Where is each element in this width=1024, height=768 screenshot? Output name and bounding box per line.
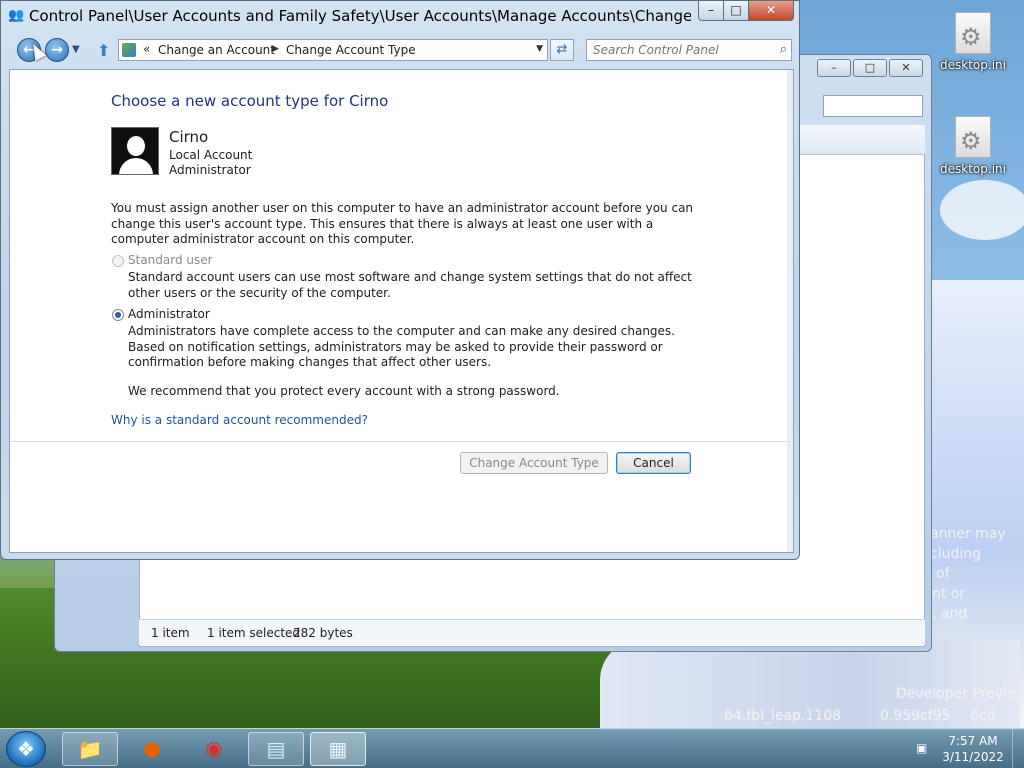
show-desktop-button[interactable] bbox=[1012, 729, 1024, 768]
minimize-button[interactable]: – bbox=[698, 1, 724, 21]
maximize-button[interactable]: □ bbox=[853, 59, 887, 77]
search-input[interactable] bbox=[587, 40, 767, 60]
page-title: Choose a new account type for Cirno bbox=[111, 92, 389, 110]
search-icon[interactable]: ⌕ bbox=[780, 42, 787, 57]
control-panel-icon: ▦ bbox=[328, 737, 348, 761]
clock-date: 3/11/2022 bbox=[942, 750, 1004, 764]
status-selected-count: 1 item selected bbox=[207, 626, 301, 640]
file-settings-icon bbox=[955, 12, 991, 54]
taskbar: 📁 ● ◉ ▤ ▦ ▣ 7:57 AM 3/11/2022 bbox=[0, 728, 1024, 768]
desktop-icon-label: desktop.ini bbox=[940, 58, 1006, 72]
title-bar[interactable]: 👥 Control Panel\User Accounts and Family… bbox=[1, 1, 801, 33]
standard-user-description: Standard account users can use most soft… bbox=[128, 270, 692, 300]
status-size: 282 bytes bbox=[293, 626, 353, 640]
wallpaper-text: cluding bbox=[930, 546, 981, 562]
forward-arrow-icon[interactable]: → bbox=[45, 38, 69, 62]
wallpaper-text: 6cd bbox=[970, 708, 996, 724]
address-dropdown-icon[interactable]: ▼ bbox=[536, 44, 543, 54]
main-content: Choose a new account type for Cirno Cirn… bbox=[9, 69, 794, 553]
user-avatar bbox=[111, 127, 159, 175]
desktop-icon-desktop-ini[interactable]: desktop.ini bbox=[938, 116, 1008, 176]
background-search-box[interactable] bbox=[823, 95, 923, 117]
wallpaper-text: anner may bbox=[930, 526, 1006, 542]
taskbar-firefox[interactable]: ● bbox=[124, 732, 180, 766]
wallpaper-text: , and bbox=[932, 606, 968, 622]
user-accounts-icon: 👥 bbox=[8, 8, 25, 23]
wallpaper-text: 0.959cf95 bbox=[880, 708, 951, 724]
password-recommendation: We recommend that you protect every acco… bbox=[128, 384, 560, 398]
maximize-button[interactable]: □ bbox=[723, 1, 749, 21]
standard-user-radio[interactable] bbox=[112, 255, 124, 267]
desktop-icon-label: desktop.ini bbox=[940, 162, 1006, 176]
file-settings-icon bbox=[955, 116, 991, 158]
breadcrumb-separator-icon[interactable]: ▶ bbox=[272, 44, 279, 54]
address-bar[interactable]: « Change an Account ▶ Change Account Typ… bbox=[118, 39, 548, 61]
system-clock[interactable]: 7:57 AM 3/11/2022 bbox=[940, 733, 1006, 765]
wallpaper-text: of bbox=[936, 566, 950, 582]
divider bbox=[10, 441, 789, 442]
close-button[interactable]: ✕ bbox=[748, 1, 794, 21]
wallpaper-text: nt or bbox=[932, 586, 966, 602]
search-box[interactable]: ⌕ bbox=[586, 39, 792, 61]
breadcrumb-overflow-icon[interactable]: « bbox=[143, 42, 150, 56]
breadcrumb-change-an-account[interactable]: Change an Account bbox=[158, 43, 275, 57]
close-button[interactable]: ✕ bbox=[889, 59, 923, 77]
administrator-description: Administrators have complete access to t… bbox=[128, 324, 675, 369]
background-window-controls: – □ ✕ bbox=[817, 59, 923, 77]
notepad-icon: ▤ bbox=[266, 737, 286, 761]
account-group: Administrator bbox=[169, 163, 251, 177]
avatar-body bbox=[119, 158, 153, 174]
refresh-icon[interactable]: ⇄ bbox=[550, 39, 574, 61]
chrome-icon: ◉ bbox=[205, 736, 223, 760]
control-panel-window[interactable]: 👥 Control Panel\User Accounts and Family… bbox=[0, 0, 800, 560]
window-title: Control Panel\User Accounts and Family S… bbox=[29, 7, 691, 25]
status-item-count: 1 item bbox=[151, 626, 190, 640]
breadcrumb-change-account-type[interactable]: Change Account Type bbox=[286, 43, 416, 57]
standard-account-help-link[interactable]: Why is a standard account recommended? bbox=[111, 413, 368, 427]
admin-requirement-notice: You must assign another user on this com… bbox=[111, 201, 694, 246]
administrator-radio[interactable] bbox=[112, 309, 124, 321]
control-panel-icon bbox=[122, 43, 136, 57]
start-button[interactable] bbox=[6, 731, 46, 767]
administrator-label: Administrator bbox=[128, 307, 210, 321]
change-account-type-button[interactable]: Change Account Type bbox=[460, 452, 608, 474]
wallpaper-text: 64.fbl_leap.1108 bbox=[724, 708, 842, 724]
taskbar-explorer[interactable]: 📁 bbox=[62, 732, 118, 766]
taskbar-chrome[interactable]: ◉ bbox=[186, 732, 242, 766]
scrollbar[interactable] bbox=[787, 70, 793, 552]
account-type: Local Account bbox=[169, 148, 253, 162]
avatar-head bbox=[127, 136, 145, 156]
up-arrow-icon[interactable]: ⬆ bbox=[97, 41, 110, 60]
firefox-icon: ● bbox=[143, 736, 161, 760]
cancel-button[interactable]: Cancel bbox=[616, 452, 691, 474]
navigation-bar: ← → ▼ ⬆ « Change an Account ▶ Change Acc… bbox=[1, 35, 801, 65]
wallpaper-text: Developer Previe bbox=[896, 686, 1016, 702]
recent-pages-chevron-icon[interactable]: ▼ bbox=[72, 44, 80, 55]
network-icon[interactable]: ▣ bbox=[916, 741, 930, 755]
taskbar-notepad[interactable]: ▤ bbox=[248, 732, 304, 766]
taskbar-control-panel[interactable]: ▦ bbox=[310, 732, 366, 766]
cloud bbox=[940, 180, 1024, 240]
clock-time: 7:57 AM bbox=[948, 734, 998, 748]
background-status-bar: 1 item 1 item selected 282 bytes bbox=[139, 619, 925, 645]
standard-user-label: Standard user bbox=[128, 253, 213, 267]
account-name: Cirno bbox=[169, 128, 209, 146]
desktop-icon-desktop-ini[interactable]: desktop.ini bbox=[938, 12, 1008, 72]
minimize-button[interactable]: – bbox=[817, 59, 851, 77]
folder-icon: 📁 bbox=[77, 737, 103, 761]
